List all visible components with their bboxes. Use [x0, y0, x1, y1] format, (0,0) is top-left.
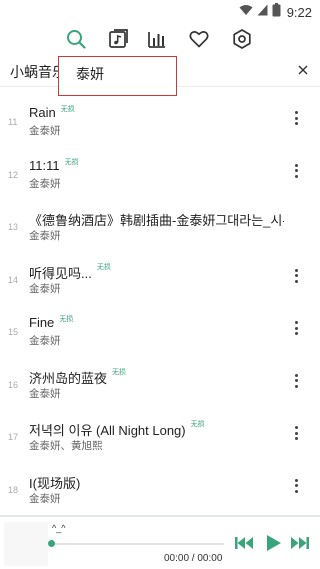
list-item[interactable]: 12 11:11 无损 金泰妍 — [0, 145, 320, 198]
quality-badge: 无损 — [190, 421, 205, 428]
track-artist: 金泰妍 — [29, 177, 61, 190]
wifi-icon — [239, 3, 253, 21]
more-options-icon[interactable] — [291, 478, 301, 493]
track-title: Rain — [29, 105, 56, 120]
track-artist: 金泰妍 — [29, 282, 61, 295]
bar-chart-icon[interactable] — [146, 28, 168, 50]
playback-time: 00:00 / 00:00 — [164, 553, 223, 564]
search-query[interactable]: 泰妍 — [76, 64, 104, 84]
music-file-icon[interactable] — [107, 28, 129, 50]
quality-badge: 无损 — [96, 263, 111, 271]
track-title: 저녁의 이유 (All Night Long) — [29, 423, 186, 438]
more-options-icon[interactable] — [291, 426, 301, 440]
heart-icon[interactable] — [188, 28, 210, 50]
status-time: 9:22 — [286, 4, 312, 20]
track-index: 13 — [8, 222, 19, 232]
list-item[interactable]: 11 Rain 无损 金泰妍 — [0, 92, 320, 145]
track-index: 18 — [8, 484, 19, 495]
list-item[interactable]: 15 Fine 无损 金泰妍 — [0, 302, 320, 355]
track-index: 14 — [8, 274, 19, 285]
battery-icon — [272, 2, 281, 22]
next-icon[interactable] — [290, 533, 310, 553]
progress-track[interactable] — [51, 543, 224, 545]
search-input[interactable]: 泰妍 — [58, 56, 177, 96]
track-title: Fine — [29, 315, 55, 330]
previous-icon[interactable] — [234, 533, 254, 553]
track-title: I(现场版) — [29, 475, 81, 491]
search-icon[interactable] — [65, 28, 87, 50]
status-bar: 9:22 — [0, 0, 320, 24]
track-title: 济州岛的蓝夜 — [29, 370, 108, 386]
mini-player: ^_^ 00:00 / 00:00 — [0, 515, 320, 569]
close-icon[interactable] — [294, 61, 312, 79]
list-item[interactable]: 16 济州岛的蓝夜 无损 金泰妍 — [0, 355, 320, 408]
search-bar: 小蜗音乐 泰妍 — [0, 55, 320, 96]
progress-handle[interactable] — [48, 540, 55, 547]
track-artist: 金泰妍 — [29, 492, 61, 505]
signal-icon — [257, 3, 268, 21]
list-item[interactable]: 13 《德鲁纳酒店》韩剧插曲-金泰妍그대라는_시- 金泰妍 — [0, 197, 320, 250]
play-icon[interactable] — [263, 533, 283, 553]
more-options-icon[interactable] — [291, 373, 301, 388]
more-options-icon[interactable] — [291, 111, 301, 125]
more-options-icon[interactable] — [291, 163, 301, 178]
track-artist: 金泰妍 — [29, 387, 61, 400]
list-item[interactable]: 18 I(现场版) 金泰妍 — [0, 460, 320, 513]
track-index: 15 — [8, 327, 19, 337]
quality-badge: 无损 — [60, 106, 75, 113]
track-artist: 金泰妍 — [29, 230, 61, 242]
quality-badge: 无损 — [112, 368, 127, 376]
track-title: 11:11 — [29, 157, 60, 173]
track-index: 11 — [8, 117, 18, 127]
track-index: 17 — [8, 432, 19, 442]
list-item[interactable]: 17 저녁의 이유 (All Night Long) 无损 金泰妍、黄旭熙 — [0, 407, 320, 460]
list-item[interactable]: 14 听得见吗... 无损 金泰妍 — [0, 250, 320, 303]
now-playing-title: ^_^ — [52, 523, 66, 533]
track-artist: 金泰妍 — [29, 335, 61, 347]
track-artist: 金泰妍、黄旭熙 — [29, 440, 103, 452]
results-list: 11 Rain 无损 金泰妍 12 11:11 无损 金泰妍 13 《德鲁纳酒店》韩… — [0, 92, 320, 512]
more-options-icon[interactable] — [291, 268, 301, 283]
quality-badge: 无损 — [64, 158, 79, 166]
album-cover[interactable] — [4, 522, 48, 566]
top-nav — [0, 24, 320, 54]
settings-icon[interactable] — [231, 28, 253, 50]
track-artist: 金泰妍 — [29, 125, 61, 137]
track-index: 16 — [8, 379, 19, 390]
quality-badge: 无损 — [59, 316, 74, 323]
track-title: 听得见吗... — [29, 265, 92, 281]
track-index: 12 — [8, 169, 19, 180]
more-options-icon[interactable] — [291, 321, 301, 335]
status-icons: 9:22 — [239, 2, 312, 22]
track-title: 《德鲁纳酒店》韩剧插曲-金泰妍그대라는_시- — [29, 213, 284, 228]
